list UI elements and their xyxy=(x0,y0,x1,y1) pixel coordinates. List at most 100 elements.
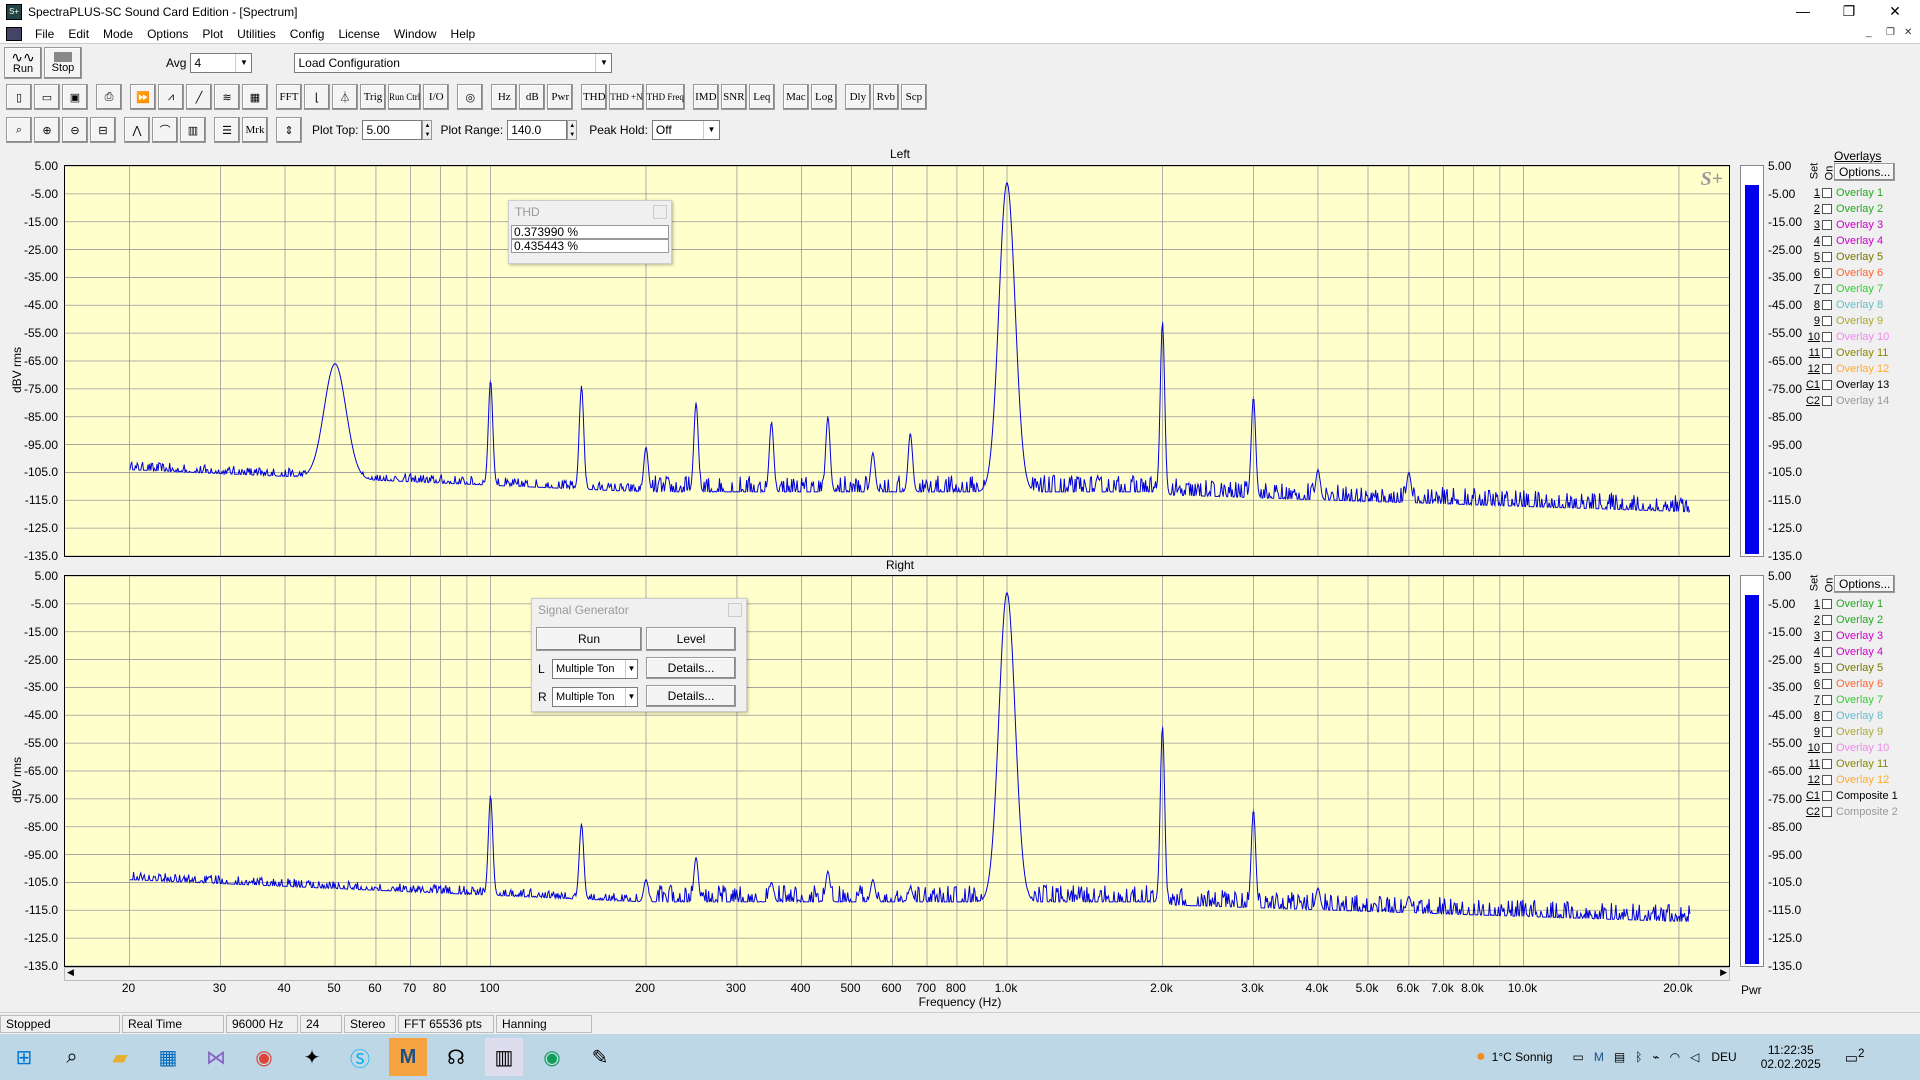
overlay-set-button[interactable]: 9 xyxy=(1800,726,1820,738)
trig-button[interactable]: Trig xyxy=(360,84,386,110)
spectraplus-task-icon[interactable]: ▥ xyxy=(485,1038,523,1076)
overlay-checkbox[interactable] xyxy=(1822,380,1832,390)
overlay-set-button[interactable]: 7 xyxy=(1800,694,1820,706)
plot-top-spinner[interactable]: ▲ ▼ xyxy=(422,120,433,140)
plot-top-input[interactable]: 5.00 xyxy=(362,120,423,140)
weather-text[interactable]: 1°C Sonnig xyxy=(1492,1050,1553,1064)
file-explorer-icon[interactable]: ▰ xyxy=(101,1038,139,1076)
overlay-set-button[interactable]: 10 xyxy=(1800,742,1820,754)
windows-start-icon[interactable]: ⊞ xyxy=(5,1038,43,1076)
pwr-button[interactable]: Pwr xyxy=(547,84,574,110)
mrk-button[interactable]: Mrk xyxy=(242,117,268,143)
mdi-restore-icon[interactable]: ❐ xyxy=(1886,27,1895,38)
overlay-set-button[interactable]: 6 xyxy=(1800,678,1820,690)
cursor-icon[interactable]: ⇕ xyxy=(276,117,302,143)
slope-icon[interactable]: ╱ xyxy=(186,84,212,110)
horizontal-scrollbar[interactable]: ◀ ▶ xyxy=(64,967,1730,981)
overlay-set-button[interactable]: C1 xyxy=(1800,379,1820,391)
overlay-set-button[interactable]: 8 xyxy=(1800,710,1820,722)
overlay-set-button[interactable]: 8 xyxy=(1800,299,1820,311)
trigger-icon[interactable]: ⏃ xyxy=(332,84,358,110)
log-button[interactable]: Log xyxy=(810,84,837,110)
avg-select[interactable]: 4 ▼ xyxy=(190,53,253,73)
overlay-checkbox[interactable] xyxy=(1822,647,1832,657)
tray-drive-icon[interactable]: ▤ xyxy=(1614,1050,1625,1064)
mdi-close-icon[interactable]: ✕ xyxy=(1904,27,1912,38)
run-button[interactable]: ∿∿ Run xyxy=(4,47,42,79)
mdi-icon[interactable] xyxy=(6,26,22,41)
overlay-checkbox[interactable] xyxy=(1822,807,1832,817)
tray-usb-icon[interactable]: ⌁ xyxy=(1652,1050,1659,1064)
overlay-checkbox[interactable] xyxy=(1822,396,1832,406)
visual-studio-icon[interactable]: ⋈ xyxy=(197,1038,235,1076)
tray-wifi-icon[interactable]: ◠ xyxy=(1670,1050,1680,1064)
peak-hold-select[interactable]: Off ▼ xyxy=(651,120,720,140)
paint-icon[interactable]: ✎ xyxy=(581,1038,619,1076)
db-button[interactable]: dB xyxy=(519,84,546,110)
print-icon[interactable]: ⎙ xyxy=(96,84,122,110)
new-file-icon[interactable]: ▯ xyxy=(6,84,32,110)
overlay-set-button[interactable]: 9 xyxy=(1800,315,1820,327)
open-folder-icon[interactable]: ▭ xyxy=(34,84,60,110)
tray-m-icon[interactable]: M xyxy=(1594,1050,1604,1064)
list-icon[interactable]: ☰ xyxy=(214,117,240,143)
overlay-set-button[interactable]: C1 xyxy=(1800,790,1820,802)
siggen-r-select[interactable]: Multiple Ton ▼ xyxy=(552,687,638,707)
menu-config[interactable]: Config xyxy=(283,27,332,41)
search-icon[interactable]: ⌕ xyxy=(53,1038,91,1076)
overlay-checkbox[interactable] xyxy=(1822,695,1832,705)
overlay-set-button[interactable]: 2 xyxy=(1800,614,1820,626)
alien-app-icon[interactable]: ☊ xyxy=(437,1038,475,1076)
overlay-set-button[interactable]: 5 xyxy=(1800,251,1820,263)
weather-icon[interactable]: ● xyxy=(1476,1048,1486,1066)
tray-bluetooth-icon[interactable]: ᛒ xyxy=(1635,1050,1642,1064)
zoom-in-2x-icon[interactable]: ⊕ xyxy=(34,117,60,143)
menu-options[interactable]: Options xyxy=(140,27,195,41)
overlay-set-button[interactable]: C2 xyxy=(1800,395,1820,407)
overlay-checkbox[interactable] xyxy=(1822,348,1832,358)
chrome-icon[interactable]: ◉ xyxy=(245,1038,283,1076)
siggen-r-details-button[interactable]: Details... xyxy=(646,685,736,707)
thd-close-icon[interactable] xyxy=(653,205,667,219)
overlay-set-button[interactable]: 4 xyxy=(1800,646,1820,658)
overlay-set-button[interactable]: 12 xyxy=(1800,363,1820,375)
bottom-options-button[interactable]: Options... xyxy=(1834,575,1896,593)
clock[interactable]: 11:22:35 02.02.2025 xyxy=(1761,1043,1821,1071)
overlay-checkbox[interactable] xyxy=(1822,631,1832,641)
notification-icon[interactable]: ▭2 xyxy=(1845,1047,1865,1067)
overlay-checkbox[interactable] xyxy=(1822,743,1832,753)
tray-volume-icon[interactable]: ◁ xyxy=(1690,1050,1699,1064)
zoom-icon[interactable]: ⌕ xyxy=(6,117,32,143)
store-icon[interactable]: ▦ xyxy=(149,1038,187,1076)
stop-button[interactable]: Stop xyxy=(44,47,82,79)
overlay-checkbox[interactable] xyxy=(1822,188,1832,198)
config-select[interactable]: Load Configuration ▼ xyxy=(294,53,613,73)
menu-license[interactable]: License xyxy=(331,27,386,41)
scroll-left-icon[interactable]: ◀ xyxy=(67,967,74,978)
top-spectrum-plot[interactable]: S+ xyxy=(64,165,1730,557)
menu-file[interactable]: File xyxy=(28,27,61,41)
overlay-checkbox[interactable] xyxy=(1822,332,1832,342)
menu-utilities[interactable]: Utilities xyxy=(230,27,283,41)
bars-icon[interactable]: ▥ xyxy=(180,117,206,143)
dly-button[interactable]: Dly xyxy=(844,84,871,110)
overlay-checkbox[interactable] xyxy=(1822,252,1832,262)
fft-button[interactable]: FFT xyxy=(276,84,302,110)
thd-window[interactable]: THD 0.373990 % 0.435443 % xyxy=(508,200,672,264)
overlay-checkbox[interactable] xyxy=(1822,759,1832,769)
overlay-checkbox[interactable] xyxy=(1822,599,1832,609)
overlay-checkbox[interactable] xyxy=(1822,679,1832,689)
io-button[interactable]: I/O xyxy=(423,84,450,110)
siggen-close-icon[interactable] xyxy=(728,603,742,617)
overlay-set-button[interactable]: 2 xyxy=(1800,203,1820,215)
menu-edit[interactable]: Edit xyxy=(61,27,96,41)
run-ctrl-button[interactable]: Run Ctrl xyxy=(388,84,422,110)
overlay-checkbox[interactable] xyxy=(1822,284,1832,294)
top-options-button[interactable]: Options... xyxy=(1834,163,1896,181)
overlay-checkbox[interactable] xyxy=(1822,236,1832,246)
overlay-set-button[interactable]: C2 xyxy=(1800,806,1820,818)
siggen-level-button[interactable]: Level xyxy=(646,627,736,651)
overlay-set-button[interactable]: 7 xyxy=(1800,283,1820,295)
overlay-checkbox[interactable] xyxy=(1822,775,1832,785)
overlay-set-button[interactable]: 4 xyxy=(1800,235,1820,247)
